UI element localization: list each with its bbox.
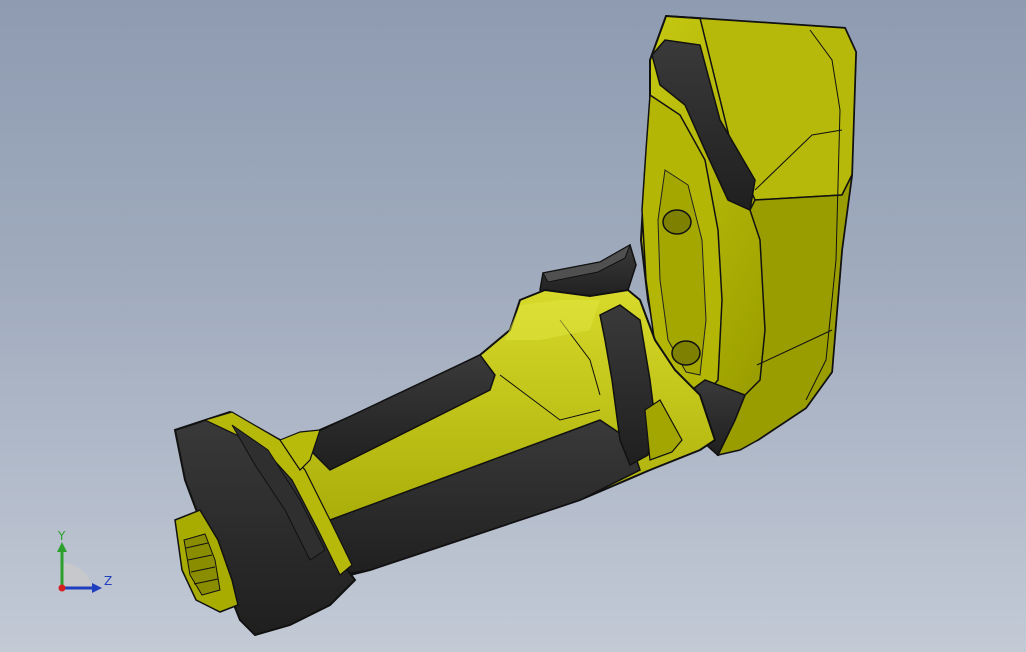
z-axis-arrow bbox=[92, 583, 102, 593]
triad-origin bbox=[58, 584, 66, 592]
mount-hole-lower bbox=[671, 340, 701, 366]
3d-model-scanner-gun[interactable] bbox=[0, 0, 1026, 652]
y-axis-label: Y bbox=[57, 529, 66, 543]
z-axis-label: Z bbox=[104, 574, 112, 588]
handle[interactable] bbox=[283, 288, 717, 582]
y-axis-arrow bbox=[57, 542, 67, 552]
coordinate-triad: Y Z bbox=[57, 529, 112, 593]
graphics-viewport[interactable]: Y Z bbox=[0, 0, 1026, 652]
mount-hole-upper bbox=[662, 209, 692, 235]
triad-shading bbox=[62, 562, 92, 588]
